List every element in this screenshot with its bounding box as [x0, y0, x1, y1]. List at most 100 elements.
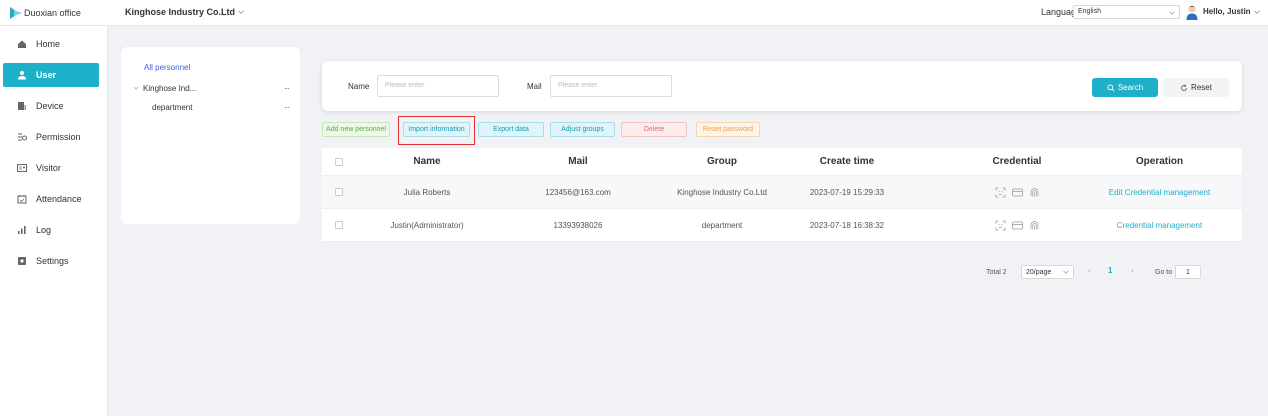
- cell-name: Justin(Administrator): [390, 220, 464, 230]
- user-icon: [18, 71, 26, 80]
- column-header-credential: Credential: [992, 156, 1042, 167]
- app-name: Duoxian office: [24, 8, 81, 18]
- more-options-icon[interactable]: ···: [284, 84, 290, 93]
- card-icon: [1011, 188, 1023, 196]
- attendance-icon: [17, 195, 27, 204]
- company-selector[interactable]: Kinghose Industry Co.Ltd: [125, 7, 244, 17]
- cell-operation-links[interactable]: Edit Credential management: [1087, 176, 1232, 208]
- sidebar-item-label: Settings: [36, 256, 69, 266]
- cell-mail: 13393938026: [553, 220, 603, 230]
- user-menu[interactable]: Hello, Justin: [1203, 7, 1260, 16]
- search-button-label: Search: [1117, 83, 1144, 92]
- sidebar-item-settings[interactable]: Settings: [3, 249, 99, 273]
- language-select[interactable]: English: [1073, 5, 1180, 19]
- search-icon: [1107, 83, 1115, 92]
- tree-node-label: department: [152, 102, 193, 112]
- search-button[interactable]: Search: [1092, 78, 1158, 97]
- sidebar-item-label: Log: [36, 225, 52, 235]
- column-header-operation: Operation: [1135, 156, 1184, 167]
- avatar[interactable]: [1185, 4, 1199, 20]
- sidebar-item-label: Visitor: [36, 163, 61, 173]
- table-row: Julia Roberts 123456@163.com Kinghose In…: [322, 176, 1242, 209]
- tree-node-department[interactable]: department ···: [133, 100, 290, 114]
- permission-icon: [18, 133, 27, 141]
- row-checkbox[interactable]: [330, 209, 348, 241]
- column-header-mail: Mail: [568, 156, 588, 167]
- org-tree-panel: All personnel Kinghose Ind... ··· depart…: [121, 47, 300, 224]
- highlight-box: [398, 116, 475, 145]
- goto-label: Go to: [1155, 268, 1173, 276]
- mail-input[interactable]: Please enter: [550, 75, 672, 97]
- chevron-down-icon: [1063, 270, 1069, 274]
- cell-create-time: 2023-07-18 16:38:32: [809, 220, 885, 230]
- export-data-button[interactable]: Export data: [478, 122, 544, 137]
- cell-create-time: 2023-07-19 15:29:33: [809, 187, 885, 197]
- column-header-name: Name: [413, 156, 441, 167]
- tree-all-personnel[interactable]: All personnel: [144, 63, 190, 72]
- logo-icon: [10, 7, 22, 19]
- greeting-text: Hello, Justin: [1203, 7, 1251, 16]
- cell-name: Julia Roberts: [403, 187, 451, 197]
- row-checkbox[interactable]: [330, 176, 348, 208]
- home-icon: [18, 40, 26, 48]
- current-page[interactable]: 1: [1108, 266, 1112, 275]
- adjust-groups-button[interactable]: Adjust groups: [550, 122, 615, 137]
- delete-button[interactable]: Delete: [621, 122, 687, 137]
- sidebar-item-label: Device: [36, 101, 64, 111]
- tree-node-label: Kinghose Ind...: [143, 83, 197, 93]
- cell-credential: [962, 176, 1072, 208]
- name-input[interactable]: Please enter: [377, 75, 499, 97]
- page-size-select[interactable]: 20/page: [1021, 265, 1074, 279]
- sidebar-item-label: Permission: [36, 132, 81, 142]
- sidebar-item-device[interactable]: Device: [3, 94, 99, 118]
- table-header: Name Mail Group Create time Credential O…: [322, 148, 1242, 176]
- log-icon: [18, 226, 26, 234]
- next-page-icon[interactable]: ›: [1131, 266, 1134, 275]
- sidebar-item-home[interactable]: Home: [3, 32, 99, 56]
- sidebar-item-visitor[interactable]: Visitor: [3, 156, 99, 180]
- tree-node-company[interactable]: Kinghose Ind... ···: [133, 81, 290, 95]
- device-icon: [18, 102, 26, 110]
- chevron-down-icon: [1169, 11, 1175, 15]
- sidebar-item-log[interactable]: Log: [3, 218, 99, 242]
- reset-button-label: Reset: [1191, 83, 1212, 92]
- visitor-icon: [17, 164, 27, 172]
- sidebar-item-label: Attendance: [36, 194, 82, 204]
- fingerprint-icon: [1030, 220, 1038, 230]
- goto-page-input[interactable]: 1: [1175, 265, 1201, 279]
- app-logo[interactable]: Duoxian office: [10, 5, 81, 21]
- reset-password-button[interactable]: Reset password: [696, 122, 760, 137]
- column-header-group: Group: [707, 156, 737, 167]
- sidebar-item-attendance[interactable]: Attendance: [3, 187, 99, 211]
- company-name: Kinghose Industry Co.Ltd: [125, 7, 235, 17]
- table-row: Justin(Administrator) 13393938026 depart…: [322, 209, 1242, 242]
- page-size-value: 20/page: [1026, 268, 1052, 276]
- cell-group: department: [701, 220, 743, 230]
- search-card: Name Please enter Mail Please enter Sear…: [322, 61, 1242, 111]
- cell-operation-links[interactable]: Credential management: [1087, 209, 1232, 241]
- face-id-icon: [995, 220, 1005, 230]
- settings-icon: [18, 257, 26, 265]
- add-personnel-button[interactable]: Add new personnel: [322, 122, 390, 137]
- top-bar: Duoxian office Kinghose Industry Co.Ltd …: [0, 0, 1268, 26]
- sidebar: Home User Device Permission Visitor Atte…: [0, 26, 108, 416]
- cell-credential: [962, 209, 1072, 241]
- mail-label: Mail: [527, 82, 542, 91]
- sidebar-item-label: Home: [36, 39, 61, 49]
- cell-mail: 123456@163.com: [545, 187, 611, 197]
- pagination-total: Total 2: [986, 268, 1007, 276]
- select-all-checkbox[interactable]: [330, 148, 348, 175]
- more-options-icon[interactable]: ···: [284, 103, 290, 112]
- sidebar-item-permission[interactable]: Permission: [3, 125, 99, 149]
- language-value: English: [1078, 8, 1101, 15]
- name-label: Name: [348, 82, 370, 91]
- chevron-down-icon: [1253, 10, 1260, 14]
- refresh-icon: [1181, 84, 1187, 91]
- sidebar-item-label: User: [36, 70, 57, 80]
- caret-down-icon[interactable]: [133, 85, 139, 91]
- personnel-table: Name Mail Group Create time Credential O…: [322, 148, 1242, 242]
- card-icon: [1011, 221, 1023, 229]
- sidebar-item-user[interactable]: User: [3, 63, 99, 87]
- prev-page-icon[interactable]: ‹: [1088, 266, 1091, 275]
- reset-button[interactable]: Reset: [1163, 78, 1229, 97]
